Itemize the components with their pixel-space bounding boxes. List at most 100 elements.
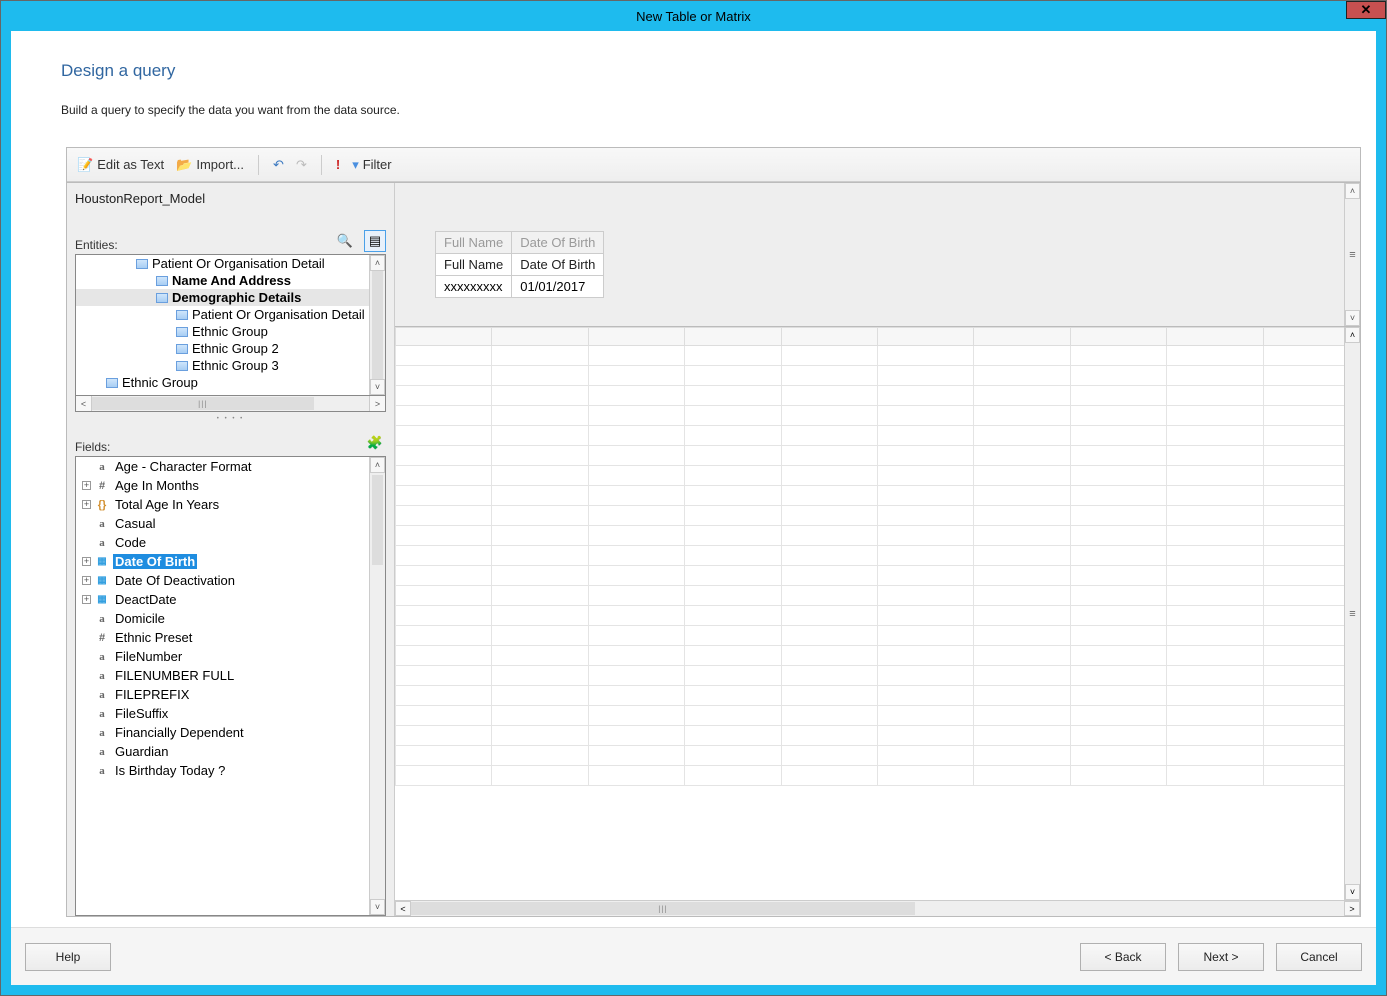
undo-button[interactable]: ↶ — [269, 155, 288, 175]
scroll-down-icon[interactable]: ˅ — [1345, 884, 1360, 900]
entities-hscroll[interactable]: ˂ ||| ˃ — [75, 396, 386, 412]
field-type-icon: a — [95, 651, 109, 663]
filter-button[interactable]: ▾Filter — [348, 155, 395, 175]
edit-as-text-button[interactable]: 📝Edit as Text — [73, 155, 168, 175]
preview-vscroll[interactable]: ˄ ≡ ˅ — [1344, 183, 1360, 326]
layout-preview: Full Name Date Of Birth Full Name Date O… — [395, 183, 1360, 326]
entity-label: Ethnic Group — [122, 375, 198, 390]
data-cell-1[interactable]: 01/01/2017 — [512, 276, 604, 298]
scroll-right-icon[interactable]: ˃ — [369, 396, 385, 411]
scroll-up-icon[interactable]: ˄ — [370, 255, 385, 271]
expander-icon[interactable]: + — [82, 557, 91, 566]
scroll-menu-icon[interactable]: ≡ — [1345, 606, 1360, 622]
entity-item[interactable]: Name And Address — [76, 272, 369, 289]
metadata-panel: HoustonReport_Model Entities: 🔍 ▤ Patien… — [67, 183, 395, 916]
import-button[interactable]: 📂Import... — [172, 155, 248, 175]
field-item[interactable]: aFinancially Dependent — [76, 723, 369, 742]
page-subtitle: Build a query to specify the data you wa… — [61, 103, 1336, 117]
scroll-up-icon[interactable]: ˄ — [370, 457, 385, 473]
grid-vscroll[interactable]: ˄ ≡ ˅ — [1344, 327, 1360, 900]
scroll-down-icon[interactable]: ˅ — [1345, 310, 1360, 326]
close-icon: ✕ — [1361, 2, 1372, 18]
field-item[interactable]: +#Age In Months — [76, 476, 369, 495]
field-type-icon: a — [95, 670, 109, 682]
field-item[interactable]: aDomicile — [76, 609, 369, 628]
field-item[interactable]: aGuardian — [76, 742, 369, 761]
redo-button[interactable]: ↷ — [292, 155, 311, 175]
scroll-up-icon[interactable]: ˄ — [1345, 327, 1360, 343]
field-item[interactable]: +▦Date Of Birth — [76, 552, 369, 571]
undo-icon: ↶ — [273, 157, 284, 173]
results-grid[interactable]: ˄ ≡ ˅ ˂ ||| ˃ — [395, 326, 1360, 916]
splitter[interactable]: • • • • — [67, 416, 394, 422]
next-button[interactable]: Next > — [1178, 943, 1264, 971]
entity-item[interactable]: Ethnic Group — [76, 323, 369, 340]
toolbar-separator-2 — [321, 155, 322, 175]
col-slot-0[interactable]: Full Name — [436, 232, 512, 254]
preview-table[interactable]: Full Name Date Of Birth Full Name Date O… — [435, 231, 604, 298]
field-item[interactable]: aCode — [76, 533, 369, 552]
col-slot-1[interactable]: Date Of Birth — [512, 232, 604, 254]
field-name: DeactDate — [113, 592, 178, 607]
scroll-left-icon[interactable]: ˂ — [395, 901, 411, 916]
entity-item[interactable]: Patient Or Organisation Detail — [76, 255, 369, 272]
field-item[interactable]: aIs Birthday Today ? — [76, 761, 369, 780]
scroll-up-icon[interactable]: ˄ — [1345, 183, 1360, 199]
field-item[interactable]: aFileNumber — [76, 647, 369, 666]
field-item[interactable]: aCasual — [76, 514, 369, 533]
expander-icon[interactable]: + — [82, 576, 91, 585]
close-button[interactable]: ✕ — [1346, 1, 1386, 19]
header-cell-1[interactable]: Date Of Birth — [512, 254, 604, 276]
back-button[interactable]: < Back — [1080, 943, 1166, 971]
field-item[interactable]: + ▦ DeactDate — [76, 590, 369, 609]
scroll-right-icon[interactable]: ˃ — [1344, 901, 1360, 916]
entity-view-button[interactable]: ▤ — [364, 230, 386, 252]
entity-item[interactable]: Ethnic Group 2 — [76, 340, 369, 357]
list-view-icon: ▤ — [369, 233, 381, 249]
scroll-menu-icon[interactable]: ≡ — [1345, 247, 1360, 263]
expander-icon[interactable]: + — [82, 500, 91, 509]
entity-icon — [176, 327, 188, 337]
field-item[interactable]: aAge - Character Format — [76, 457, 369, 476]
fields-list[interactable]: aAge - Character Format+#Age In Months+{… — [75, 456, 386, 916]
entities-header: Entities: 🔍 ▤ — [67, 210, 394, 254]
field-item[interactable]: +{}Total Age In Years — [76, 495, 369, 514]
field-item[interactable]: +▦Date Of Deactivation — [76, 571, 369, 590]
entity-item[interactable]: Ethnic Group — [76, 374, 369, 391]
scroll-thumb[interactable] — [372, 271, 383, 379]
entities-vscroll[interactable]: ˄ ˅ — [369, 255, 385, 395]
field-item[interactable]: aFileSuffix — [76, 704, 369, 723]
header-cell-0[interactable]: Full Name — [436, 254, 512, 276]
entity-label: Demographic Details — [172, 290, 301, 305]
field-name: FILEPREFIX — [113, 687, 191, 702]
funnel-icon: ▾ — [352, 157, 359, 173]
run-button[interactable]: ! — [332, 155, 344, 174]
scroll-left-icon[interactable]: ˂ — [76, 396, 92, 411]
scroll-thumb[interactable] — [372, 475, 383, 565]
cancel-button[interactable]: Cancel — [1276, 943, 1362, 971]
field-type-icon: a — [95, 708, 109, 720]
entity-item[interactable]: Patient Or Organisation Detail — [76, 306, 369, 323]
entity-icon — [156, 276, 168, 286]
zoom-icon-button[interactable]: 🔍 — [334, 230, 356, 252]
data-cell-0[interactable]: xxxxxxxxx — [436, 276, 512, 298]
field-item[interactable]: #Ethnic Preset — [76, 628, 369, 647]
expander-icon[interactable]: + — [82, 481, 91, 490]
grid-hscroll[interactable]: ˂ ||| ˃ — [395, 900, 1360, 916]
scroll-down-icon[interactable]: ˅ — [370, 899, 385, 915]
entity-label: Patient Or Organisation Detail — [192, 307, 365, 322]
expander-icon[interactable]: + — [82, 595, 91, 604]
help-button[interactable]: Help — [25, 943, 111, 971]
field-item[interactable]: aFILEPREFIX — [76, 685, 369, 704]
fields-vscroll[interactable]: ˄ ˅ — [369, 457, 385, 915]
scroll-down-icon[interactable]: ˅ — [370, 379, 385, 395]
add-field-button[interactable]: 🧩 — [364, 432, 386, 454]
entity-item[interactable]: Demographic Details — [76, 289, 369, 306]
entity-item[interactable]: Ethnic Group 3 — [76, 357, 369, 374]
field-item[interactable]: aFILENUMBER FULL — [76, 666, 369, 685]
field-type-icon: ▦ — [95, 594, 109, 605]
designer-body: HoustonReport_Model Entities: 🔍 ▤ Patien… — [67, 182, 1360, 916]
wizard-footer: Help < Back Next > Cancel — [11, 927, 1376, 985]
field-type-icon: {} — [95, 499, 109, 511]
entities-tree[interactable]: Patient Or Organisation DetailName And A… — [75, 254, 386, 396]
